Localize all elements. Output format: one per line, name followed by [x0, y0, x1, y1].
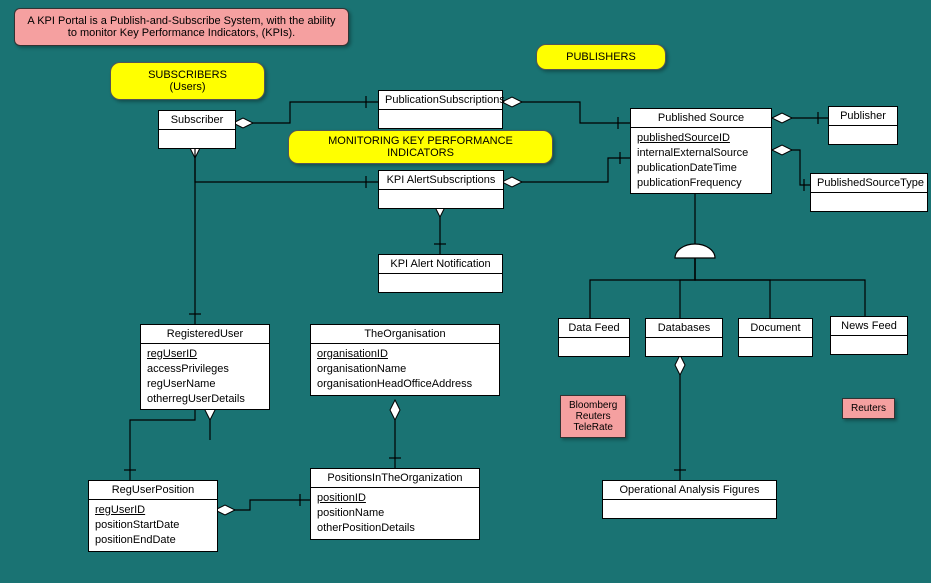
- entity-body: positionID positionName otherPositionDet…: [311, 488, 479, 539]
- entity-body: regUserID accessPrivileges regUserName o…: [141, 344, 269, 409]
- attr: positionName: [317, 507, 384, 519]
- attr: otherregUserDetails: [147, 393, 245, 405]
- entity-title: Document: [739, 319, 812, 338]
- entity-body: publishedSourceID internalExternalSource…: [631, 128, 771, 193]
- entity-title: TheOrganisation: [311, 325, 499, 344]
- entity-body: organisationID organisationName organisa…: [311, 344, 499, 395]
- entity-published-source: Published Source publishedSourceID inter…: [630, 108, 772, 194]
- attr: publishedSourceID: [637, 132, 730, 144]
- attr: organisationHeadOfficeAddress: [317, 378, 472, 390]
- attr: regUserID: [95, 504, 145, 516]
- entity-operational-analysis-figures: Operational Analysis Figures: [602, 480, 777, 519]
- entity-title: News Feed: [831, 317, 907, 336]
- attr: positionEndDate: [95, 534, 176, 546]
- entity-title: Databases: [646, 319, 722, 338]
- entity-body: [831, 336, 907, 354]
- entity-reg-user-position: RegUserPosition regUserID positionStartD…: [88, 480, 218, 552]
- entity-body: [646, 338, 722, 356]
- entity-body: [603, 500, 776, 518]
- entity-body: [559, 338, 629, 356]
- entity-title: KPI AlertSubscriptions: [379, 171, 503, 190]
- entity-title: Data Feed: [559, 319, 629, 338]
- entity-title: RegisteredUser: [141, 325, 269, 344]
- entity-databases: Databases: [645, 318, 723, 357]
- publishers-label: PUBLISHERS: [566, 51, 636, 63]
- monitoring-annotation: MONITORING KEY PERFORMANCE INDICATORS: [288, 130, 553, 164]
- entity-title: Subscriber: [159, 111, 235, 130]
- description-note: A KPI Portal is a Publish-and-Subscribe …: [14, 8, 349, 46]
- description-text: A KPI Portal is a Publish-and-Subscribe …: [27, 15, 335, 39]
- attr: internalExternalSource: [637, 147, 748, 159]
- entity-title: PositionsInTheOrganization: [311, 469, 479, 488]
- feeds-note: Bloomberg Reuters TeleRate: [560, 395, 626, 438]
- entity-title: Operational Analysis Figures: [603, 481, 776, 500]
- entity-publisher: Publisher: [828, 106, 898, 145]
- entity-published-source-type: PublishedSourceType: [810, 173, 928, 212]
- attr: regUserName: [147, 378, 215, 390]
- entity-title: KPI Alert Notification: [379, 255, 502, 274]
- attr: accessPrivileges: [147, 363, 229, 375]
- attr: publicationDateTime: [637, 162, 737, 174]
- entity-title: PublishedSourceType: [811, 174, 927, 193]
- monitoring-label: MONITORING KEY PERFORMANCE INDICATORS: [328, 135, 513, 159]
- attr: organisationName: [317, 363, 406, 375]
- entity-document: Document: [738, 318, 813, 357]
- attr: otherPositionDetails: [317, 522, 415, 534]
- subscribers-annotation: SUBSCRIBERS (Users): [110, 62, 265, 100]
- news-note: Reuters: [842, 398, 895, 419]
- attr: regUserID: [147, 348, 197, 360]
- entity-kpi-alert-notification: KPI Alert Notification: [378, 254, 503, 293]
- entity-body: [811, 193, 927, 211]
- entity-positions-in-the-organization: PositionsInTheOrganization positionID po…: [310, 468, 480, 540]
- entity-registered-user: RegisteredUser regUserID accessPrivilege…: [140, 324, 270, 410]
- attr: publicationFrequency: [637, 177, 742, 189]
- subscribers-label: SUBSCRIBERS (Users): [125, 69, 250, 93]
- entity-kpi-alert-subscriptions: KPI AlertSubscriptions: [378, 170, 504, 209]
- news-text: Reuters: [851, 403, 886, 414]
- publishers-annotation: PUBLISHERS: [536, 44, 666, 70]
- entity-news-feed: News Feed: [830, 316, 908, 355]
- entity-title: PublicationSubscriptions: [379, 91, 502, 110]
- entity-body: [739, 338, 812, 356]
- entity-title: Published Source: [631, 109, 771, 128]
- entity-the-organisation: TheOrganisation organisationID organisat…: [310, 324, 500, 396]
- entity-publication-subscriptions: PublicationSubscriptions: [378, 90, 503, 129]
- attr: positionID: [317, 492, 366, 504]
- entity-data-feed: Data Feed: [558, 318, 630, 357]
- entity-title: RegUserPosition: [89, 481, 217, 500]
- entity-body: [379, 274, 502, 292]
- entity-subscriber: Subscriber: [158, 110, 236, 149]
- entity-body: [379, 190, 503, 208]
- entity-body: regUserID positionStartDate positionEndD…: [89, 500, 217, 551]
- entity-body: [829, 126, 897, 144]
- entity-body: [159, 130, 235, 148]
- feeds-text: Bloomberg Reuters TeleRate: [569, 400, 617, 433]
- entity-body: [379, 110, 502, 128]
- attr: positionStartDate: [95, 519, 179, 531]
- entity-title: Publisher: [829, 107, 897, 126]
- attr: organisationID: [317, 348, 388, 360]
